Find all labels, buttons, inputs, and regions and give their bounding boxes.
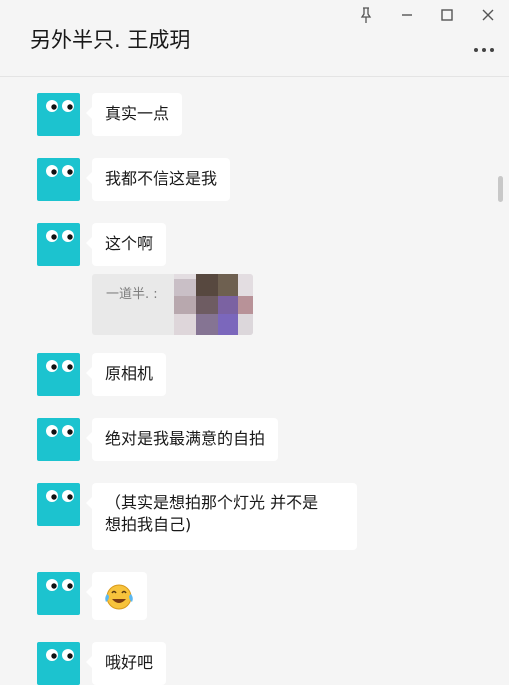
avatar[interactable] (37, 418, 80, 461)
more-icon[interactable] (473, 40, 495, 52)
chat-title: 另外半只. 王成玥 (30, 28, 191, 52)
avatar[interactable] (37, 642, 80, 685)
message-bubble[interactable]: 这个啊 (85, 223, 167, 266)
message-bubble[interactable]: （其实是想拍那个灯光 并不是 想拍我自己) (86, 483, 357, 550)
pin-icon[interactable] (357, 6, 375, 24)
title-bar: 另外半只. 王成玥 (0, 0, 509, 77)
message-bubble[interactable]: 我都不信这是我 (85, 158, 231, 201)
message-text: 原相机 (105, 364, 154, 383)
minimize-icon[interactable] (398, 6, 416, 24)
chat-area[interactable]: 真实一点 我都不信这是我 这个啊 一道半. : 原相机 绝对是我最满意的自拍 （… (0, 78, 509, 685)
avatar[interactable] (37, 223, 80, 266)
quoted-message[interactable]: 一道半. : (92, 274, 253, 335)
message-text: 绝对是我最满意的自拍 (105, 429, 266, 448)
avatar[interactable] (37, 572, 80, 615)
message-bubble[interactable]: 原相机 (85, 353, 167, 396)
close-icon[interactable] (479, 6, 497, 24)
message-text: 真实一点 (105, 104, 170, 123)
message-text: 我都不信这是我 (105, 169, 218, 188)
avatar[interactable] (37, 158, 80, 201)
message-text-line: （其实是想拍那个灯光 并不是 (105, 493, 319, 512)
quote-thumbnail-image[interactable] (174, 274, 253, 335)
message-text: 这个啊 (105, 234, 154, 253)
message-text: 哦好吧 (105, 653, 154, 672)
avatar[interactable] (37, 93, 80, 136)
message-bubble[interactable]: 绝对是我最满意的自拍 (85, 418, 279, 461)
message-text-line: 想拍我自己) (105, 515, 192, 534)
message-bubble[interactable]: 哦好吧 (85, 642, 167, 685)
laughing-crying-emoji-icon (105, 584, 133, 610)
message-bubble[interactable]: 真实一点 (85, 93, 183, 136)
quote-text: 一道半. : (106, 287, 158, 302)
avatar[interactable] (37, 483, 80, 526)
message-bubble[interactable] (86, 572, 147, 620)
scrollbar-thumb[interactable] (498, 176, 503, 202)
avatar[interactable] (37, 353, 80, 396)
maximize-icon[interactable] (438, 6, 456, 24)
